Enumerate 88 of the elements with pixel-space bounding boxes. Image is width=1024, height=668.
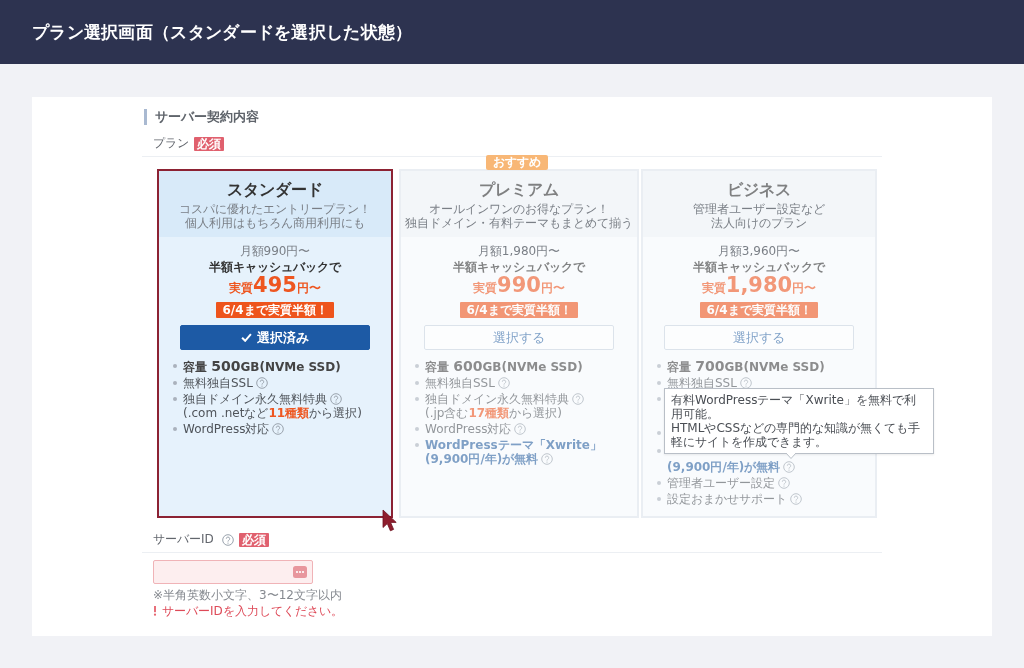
help-icon[interactable] [739, 377, 752, 389]
exclamation-icon [153, 606, 157, 616]
bullet-icon [415, 443, 419, 447]
section-title: サーバー契約内容 [144, 109, 882, 125]
required-badge: 必須 [194, 136, 224, 151]
help-icon[interactable] [572, 393, 584, 405]
feature-text: WordPressテーマ「Xwrite」 [425, 438, 602, 452]
feature-text: 無料独自SSL [425, 376, 495, 390]
bullet-icon [415, 397, 419, 401]
deadline-badge: 6/4まで実質半額！ [460, 302, 578, 318]
help-icon[interactable] [778, 477, 790, 489]
feature-text: 管理者ユーザー設定 [667, 476, 775, 490]
deadline-badge: 6/4まで実質半額！ [216, 302, 334, 318]
field-label: プラン [153, 136, 189, 151]
bullet-icon [657, 364, 661, 368]
feature-text: 容量 600GB(NVMe SSD) [425, 360, 583, 374]
help-icon[interactable] [514, 423, 527, 435]
field-label: サーバーID [153, 532, 214, 547]
select-button[interactable]: 選択する [664, 325, 854, 350]
tooltip-text: HTMLやCSSなどの専門的な知識が無くても手軽にサイトを作成できます。 [671, 421, 921, 449]
monthly-price: 月額990円〜 [239, 244, 311, 258]
help-icon[interactable] [541, 453, 554, 465]
bullet-icon [657, 381, 661, 385]
help-icon[interactable] [783, 461, 796, 473]
help-icon[interactable] [255, 377, 268, 389]
page-title: プラン選択画面（スタンダードを選択した状態） [32, 20, 413, 44]
feature-text: 設定おまかせサポート [667, 492, 787, 506]
bullet-icon [415, 364, 419, 368]
feature-text: 無料独自SSL [667, 376, 737, 390]
cashback-note: 半額キャッシュバックで [693, 260, 825, 274]
dots-icon[interactable] [293, 566, 307, 578]
bullet-icon [657, 497, 661, 501]
feature-text: (.jp含む17種類から選択) [425, 406, 562, 420]
select-button[interactable]: 選択済み [180, 325, 370, 350]
plan-description: 個人利用はもちろん商用利用にも [184, 216, 366, 230]
tooltip-text: 有料WordPressテーマ「Xwrite」を無料で利用可能。 [671, 393, 917, 421]
bullet-icon [657, 397, 661, 401]
bullet-icon [657, 481, 661, 485]
feature-text: 無料独自SSL [183, 376, 253, 390]
feature-text: 独自ドメイン永久無料特典 [425, 392, 569, 406]
plan-name: ビジネス [726, 180, 792, 199]
bullet-icon [657, 431, 661, 435]
tooltip-arrow-icon [786, 453, 796, 459]
plan-description: 管理者ユーザー設定など [692, 202, 826, 216]
required-badge: 必須 [238, 532, 269, 547]
bullet-icon [415, 427, 419, 431]
feature-text: (.com .netなど11種類から選択) [183, 406, 362, 420]
feature-text: 独自ドメイン永久無料特典 [183, 392, 327, 406]
hint-text: ※半角英数小文字、3〜12文字以内 [153, 588, 343, 602]
recommended-badge: おすすめ [486, 155, 548, 170]
help-icon[interactable] [221, 533, 234, 546]
feature-text: WordPress対応 [183, 422, 270, 436]
check-icon [241, 333, 252, 342]
bullet-icon [415, 381, 419, 385]
monthly-price: 月額1,980円〜 [477, 244, 561, 258]
effective-price: 実質495円〜 [229, 274, 321, 299]
monthly-price: 月額3,960円〜 [717, 244, 801, 258]
plan-card[interactable]: プレミアム オールインワンのお得なプラン！ 独自ドメイン・有料テーマもまとめて揃う 月額1,980円〜 半額キャッシュバックで 実質990円〜 6/4まで実質半額！ 選択する 容量 600GB(NVMe SSD) 無料独自SSL 独自ドメイン永久無料特典 (.jp含む17種類から選択) WordPress対応 WordPressテーマ「Xwrite」 (9,900円/年)が無料 [399, 169, 639, 518]
help-icon[interactable] [330, 393, 342, 405]
plan-description: 法人向けのプラン [710, 216, 808, 230]
plan-description: オールインワンのお得なプラン！ [428, 202, 610, 216]
pointer-cursor-icon [382, 509, 397, 532]
feature-text: WordPress対応 [425, 422, 512, 436]
help-icon[interactable] [497, 377, 510, 389]
select-button[interactable]: 選択する [424, 325, 614, 350]
bullet-icon [173, 427, 177, 431]
plan-card[interactable]: スタンダード コスパに優れたエントリープラン！ 個人利用はもちろん商用利用にも 月額990円〜 半額キャッシュバックで 実質495円〜 6/4まで実質半額！ 選択済み 容量 500GB(NVMe SSD) 無料独自SSL 独自ドメイン永久無料特典 (.com .netなど11種類から選択) WordPress対応 [157, 169, 393, 518]
feature-text: 容量 500GB(NVMe SSD) [183, 360, 341, 374]
cashback-note: 半額キャッシュバックで [209, 260, 341, 274]
effective-price: 実質1,980円〜 [701, 274, 817, 299]
feature-text: (9,900円/年)が無料 [425, 452, 539, 466]
plan-name: プレミアム [478, 180, 560, 199]
bullet-icon [173, 381, 177, 385]
feature-text: 容量 700GB(NVMe SSD) [667, 360, 825, 374]
server-id-field[interactable] [153, 560, 313, 584]
deadline-badge: 6/4まで実質半額！ [700, 302, 818, 318]
error-message: サーバーIDを入力してください。 [162, 604, 343, 618]
bullet-icon [173, 364, 177, 368]
feature-text: (9,900円/年)が無料 [667, 460, 781, 474]
help-icon[interactable] [790, 493, 802, 505]
cashback-note: 半額キャッシュバックで [453, 260, 585, 274]
help-icon[interactable] [272, 423, 285, 435]
plan-description: コスパに優れたエントリープラン！ [178, 202, 372, 216]
bullet-icon [657, 449, 661, 453]
plan-description: 独自ドメイン・有料テーマもまとめて揃う [405, 216, 633, 230]
bullet-icon [173, 397, 177, 401]
effective-price: 実質990円〜 [473, 274, 565, 299]
plan-name: スタンダード [226, 180, 324, 199]
